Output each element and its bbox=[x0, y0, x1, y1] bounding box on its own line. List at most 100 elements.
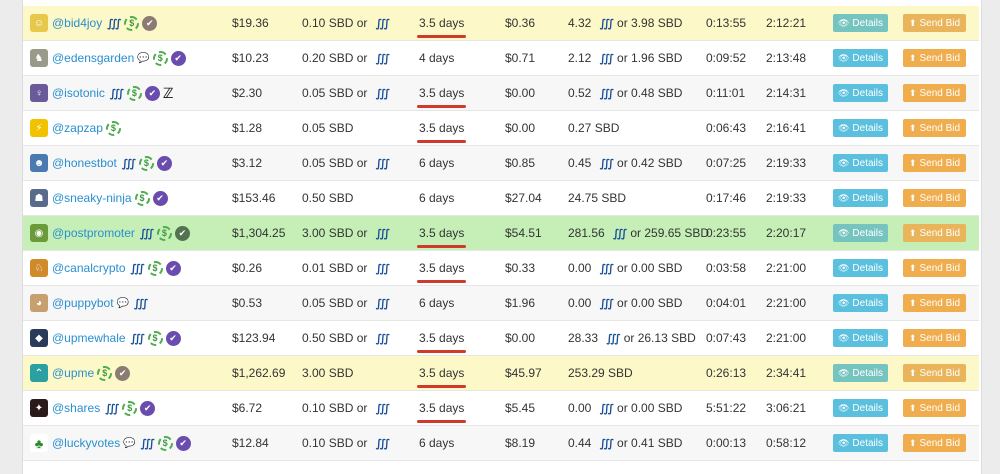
details-label: Details bbox=[852, 157, 883, 169]
verified-icon: ✔ bbox=[152, 190, 168, 206]
send-bid-button[interactable]: ⬆ Send Bid bbox=[903, 189, 966, 207]
eye-icon: 👁 bbox=[837, 297, 850, 308]
next-vote-cell: 0:06:43 bbox=[699, 110, 759, 146]
bot-name-link[interactable]: @upme bbox=[52, 366, 94, 380]
vote-value-cell: $0.71 bbox=[498, 40, 561, 76]
details-button[interactable]: 👁 Details bbox=[833, 119, 888, 137]
max-age-cell: 3.5 days bbox=[412, 215, 498, 251]
details-button[interactable]: 👁 Details bbox=[833, 259, 888, 277]
max-age: 3.5 days bbox=[417, 226, 467, 248]
red-underline bbox=[417, 350, 467, 353]
vote-value: $0.36 bbox=[505, 16, 536, 30]
bot-name-link[interactable]: @isotonic bbox=[52, 86, 105, 100]
bot-name-link[interactable]: @zapzap bbox=[52, 121, 103, 135]
bot-name-link[interactable]: @bid4joy bbox=[52, 16, 102, 30]
steem-icon: ∭ bbox=[375, 53, 390, 65]
send-bid-button[interactable]: ⬆ Send Bid bbox=[903, 14, 966, 32]
round-time-cell: 3:06:21 bbox=[759, 390, 826, 426]
send-bid-button[interactable]: ⬆ Send Bid bbox=[903, 119, 966, 137]
vote-value: $0.00 bbox=[505, 121, 536, 135]
send-bid-button[interactable]: ⬆ Send Bid bbox=[903, 154, 966, 172]
upload-icon: ⬆ bbox=[908, 157, 917, 168]
eye-icon: 👁 bbox=[837, 332, 850, 343]
bot-value-cell: $19.36 bbox=[225, 6, 295, 41]
details-button[interactable]: 👁 Details bbox=[833, 154, 888, 172]
red-underline bbox=[417, 420, 467, 423]
bot-name-link[interactable]: @honestbot bbox=[52, 156, 117, 170]
round-time-cell: 2:34:41 bbox=[759, 355, 826, 391]
bot-identity: ♀ @isotonic ∭ $ ✔ ℤ bbox=[30, 84, 225, 102]
details-button[interactable]: 👁 Details bbox=[833, 329, 888, 347]
min-bid-cell: 0.01 SBD or ∭ bbox=[295, 250, 412, 286]
details-button[interactable]: 👁 Details bbox=[833, 294, 888, 312]
send-bid-label: Send Bid bbox=[919, 122, 961, 134]
send-bid-button[interactable]: ⬆ Send Bid bbox=[903, 84, 966, 102]
send-bid-button[interactable]: ⬆ Send Bid bbox=[903, 259, 966, 277]
max-bid-sbd: or 0.41 SBD bbox=[613, 436, 683, 450]
vote-value: $0.33 bbox=[505, 261, 536, 275]
bot-cell: ✦ @shares ∭ $ ✔ bbox=[23, 390, 225, 426]
verified-icon: ✔ bbox=[144, 85, 160, 101]
next-vote-cell: 0:07:25 bbox=[699, 145, 759, 181]
bot-cell: ♣ @luckyvotes 💬 ∭ $ ✔ bbox=[23, 425, 225, 461]
bot-value-cell: $1.28 bbox=[225, 110, 295, 146]
table-row: ☺ @bid4joy ∭ $ ✔ $19.36 0.10 SBD or ∭ 3.5 days $… bbox=[23, 6, 979, 41]
details-cell: 👁 Details bbox=[826, 40, 896, 76]
bot-name-link[interactable]: @edensgarden bbox=[52, 51, 134, 65]
eye-icon: 👁 bbox=[837, 262, 850, 273]
details-label: Details bbox=[852, 332, 883, 344]
send-bid-button[interactable]: ⬆ Send Bid bbox=[903, 49, 966, 67]
bot-cell: ♞ @edensgarden 💬 $ ✔ bbox=[23, 40, 225, 76]
bot-name-link[interactable]: @luckyvotes bbox=[52, 436, 120, 450]
round-time: 2:20:17 bbox=[766, 226, 807, 240]
bot-name-link[interactable]: @puppybot bbox=[52, 296, 114, 310]
bot-name-link[interactable]: @sneaky-ninja bbox=[52, 191, 132, 205]
max-age: 3.5 days bbox=[417, 261, 467, 283]
bot-value-cell: $3.12 bbox=[225, 145, 295, 181]
round-time: 2:21:00 bbox=[766, 261, 807, 275]
bot-name-link[interactable]: @shares bbox=[52, 401, 100, 415]
steem-icon: ∭ bbox=[375, 438, 390, 450]
vote-value-cell: $0.33 bbox=[498, 250, 561, 286]
eye-icon: 👁 bbox=[837, 122, 850, 133]
send-bid-button[interactable]: ⬆ Send Bid bbox=[903, 434, 966, 452]
bot-name-link[interactable]: @upmewhale bbox=[52, 331, 126, 345]
send-bid-button[interactable]: ⬆ Send Bid bbox=[903, 399, 966, 417]
bot-value-cell: $6.72 bbox=[225, 390, 295, 426]
round-time-cell: 0:58:12 bbox=[759, 425, 826, 461]
next-vote-cell: 0:09:52 bbox=[699, 40, 759, 76]
swoosh-icon: ℤ bbox=[162, 84, 174, 101]
bot-name-link[interactable]: @canalcrypto bbox=[52, 261, 126, 275]
bot-cell: ☺ @bid4joy ∭ $ ✔ bbox=[23, 6, 225, 41]
send-bid-button[interactable]: ⬆ Send Bid bbox=[903, 294, 966, 312]
bid-bot-table: ☺ @bid4joy ∭ $ ✔ $19.36 0.10 SBD or ∭ 3.5 days $… bbox=[23, 6, 979, 461]
table-row: ◕ @puppybot 💬 ∭ $0.53 0.05 SBD or ∭ 6 days $1.9… bbox=[23, 285, 979, 321]
details-button[interactable]: 👁 Details bbox=[833, 189, 888, 207]
details-button[interactable]: 👁 Details bbox=[833, 49, 888, 67]
details-button[interactable]: 👁 Details bbox=[833, 434, 888, 452]
max-bid-cell: 281.56 ∭ or 259.65 SBD bbox=[561, 215, 709, 251]
steem-icon: ∭ bbox=[599, 158, 614, 170]
bot-name-link[interactable]: @postpromoter bbox=[52, 226, 135, 240]
details-button[interactable]: 👁 Details bbox=[833, 14, 888, 32]
next-vote-timer: 0:06:43 bbox=[706, 121, 747, 135]
bot-value-cell: $153.46 bbox=[225, 180, 295, 216]
round-time: 0:58:12 bbox=[766, 436, 807, 450]
send-bid-label: Send Bid bbox=[919, 157, 961, 169]
details-button[interactable]: 👁 Details bbox=[833, 399, 888, 417]
dollar-icon: $ bbox=[147, 260, 163, 276]
bot-cell: ◕ @puppybot 💬 ∭ bbox=[23, 285, 225, 321]
send-bid-button[interactable]: ⬆ Send Bid bbox=[903, 364, 966, 382]
details-label: Details bbox=[852, 122, 883, 134]
steem-icon: ∭ bbox=[133, 297, 148, 310]
details-button[interactable]: 👁 Details bbox=[833, 364, 888, 382]
details-label: Details bbox=[852, 262, 883, 274]
bot-cell: ♀ @isotonic ∭ $ ✔ ℤ bbox=[23, 75, 225, 111]
next-vote-cell: 0:00:13 bbox=[699, 425, 759, 461]
details-button[interactable]: 👁 Details bbox=[833, 84, 888, 102]
details-button[interactable]: 👁 Details bbox=[833, 224, 888, 242]
send-bid-button[interactable]: ⬆ Send Bid bbox=[903, 224, 966, 242]
send-bid-button[interactable]: ⬆ Send Bid bbox=[903, 329, 966, 347]
send-bid-cell: ⬆ Send Bid bbox=[896, 285, 979, 321]
vote-value-cell: $0.85 bbox=[498, 145, 561, 181]
